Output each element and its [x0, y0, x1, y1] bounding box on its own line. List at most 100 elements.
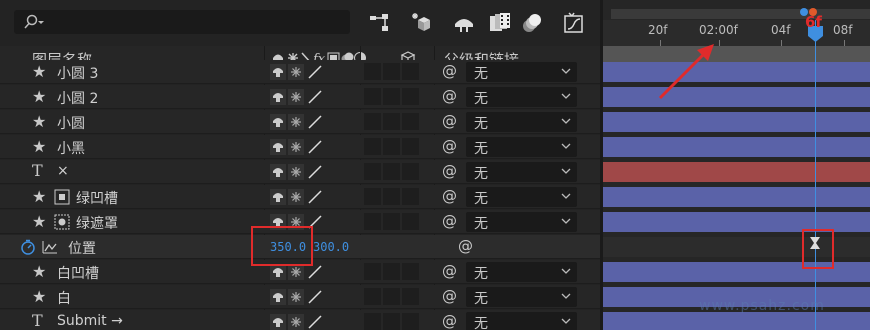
frame-blending-icon[interactable]: [488, 11, 512, 35]
switch-slot[interactable]: [364, 88, 381, 105]
layer-duration-bar[interactable]: [603, 312, 870, 330]
layer-row[interactable]: ★ 小圆 3 @ 无: [0, 60, 600, 84]
layer-switches[interactable]: [270, 164, 324, 180]
pick-whip-icon[interactable]: @: [442, 62, 457, 80]
layer-name[interactable]: 绿凹槽: [76, 188, 118, 208]
layer-duration-bar[interactable]: [603, 137, 870, 157]
graph-icon[interactable]: [42, 240, 58, 254]
draft-3d-icon[interactable]: [410, 11, 434, 35]
switch-slot[interactable]: [364, 263, 381, 280]
layer-duration-bar[interactable]: [603, 112, 870, 132]
parent-dropdown[interactable]: 无: [466, 162, 577, 182]
layer-name[interactable]: 小圆: [57, 113, 85, 133]
switch-slot[interactable]: [364, 63, 381, 80]
layer-switches[interactable]: [270, 114, 324, 130]
pick-whip-icon[interactable]: @: [442, 212, 457, 230]
layer-row[interactable]: ★ 白 @ 无: [0, 285, 600, 309]
switch-slot[interactable]: [364, 213, 381, 230]
playhead-line[interactable]: [815, 20, 816, 330]
switch-slot[interactable]: [383, 263, 400, 280]
pick-whip-icon[interactable]: @: [442, 162, 457, 180]
layer-name[interactable]: 小圆 2: [57, 88, 98, 108]
graph-editor-icon[interactable]: [562, 11, 586, 35]
time-ruler[interactable]: 20f 02:00f 04f 08f: [603, 20, 870, 46]
parent-dropdown[interactable]: 无: [466, 262, 577, 282]
pick-whip-icon[interactable]: @: [442, 187, 457, 205]
layer-name[interactable]: ×: [57, 163, 69, 179]
switch-slot[interactable]: [383, 88, 400, 105]
expression-pick-whip-icon[interactable]: @: [458, 237, 473, 255]
pick-whip-icon[interactable]: @: [442, 312, 457, 330]
layer-duration-bar[interactable]: [603, 187, 870, 207]
switch-slot[interactable]: [364, 113, 381, 130]
position-y-value[interactable]: 300.0: [313, 240, 349, 254]
layer-duration-bar[interactable]: [603, 87, 870, 107]
parent-dropdown[interactable]: 无: [466, 287, 577, 307]
layer-switches[interactable]: [270, 314, 324, 330]
layer-name[interactable]: 绿遮罩: [76, 213, 118, 233]
switch-slot[interactable]: [383, 138, 400, 155]
switch-slot[interactable]: [364, 138, 381, 155]
switch-slot[interactable]: [383, 288, 400, 305]
parent-dropdown[interactable]: 无: [466, 212, 577, 232]
switch-slot[interactable]: [402, 163, 419, 180]
layer-row[interactable]: ★ 绿凹槽 @ 无: [0, 185, 600, 209]
shape-layer-icon: ★: [32, 187, 47, 206]
time-navigator[interactable]: [611, 9, 870, 19]
switch-slot[interactable]: [364, 288, 381, 305]
pick-whip-icon[interactable]: @: [442, 112, 457, 130]
shy-layers-icon[interactable]: [452, 11, 476, 35]
parent-dropdown[interactable]: 无: [466, 87, 577, 107]
switch-slot[interactable]: [402, 113, 419, 130]
search-input[interactable]: [14, 10, 350, 34]
pick-whip-icon[interactable]: @: [442, 137, 457, 155]
layer-switches[interactable]: [270, 189, 324, 205]
switch-slot[interactable]: [383, 63, 400, 80]
parent-value: 无: [474, 191, 488, 207]
layer-switches[interactable]: [270, 89, 324, 105]
switch-slot[interactable]: [402, 288, 419, 305]
layer-row[interactable]: ★ 小圆 @ 无: [0, 110, 600, 134]
switch-slot[interactable]: [402, 88, 419, 105]
layer-name[interactable]: 小黑: [57, 138, 85, 158]
layer-row[interactable]: ★ 小黑 @ 无: [0, 135, 600, 159]
layer-row[interactable]: T Submit → @ 无: [0, 310, 600, 330]
pick-whip-icon[interactable]: @: [442, 262, 457, 280]
switch-slot[interactable]: [383, 188, 400, 205]
layer-duration-bar[interactable]: [603, 62, 870, 82]
layer-name[interactable]: Submit →: [57, 313, 123, 329]
switch-slot[interactable]: [402, 263, 419, 280]
pick-whip-icon[interactable]: @: [442, 87, 457, 105]
composition-flowchart-icon[interactable]: [368, 11, 392, 35]
switch-slot[interactable]: [402, 313, 419, 330]
parent-dropdown[interactable]: 无: [466, 112, 577, 132]
parent-dropdown[interactable]: 无: [466, 137, 577, 157]
parent-dropdown[interactable]: 无: [466, 187, 577, 207]
switch-slot[interactable]: [383, 213, 400, 230]
switch-slot[interactable]: [402, 138, 419, 155]
switch-slot[interactable]: [402, 213, 419, 230]
pick-whip-icon[interactable]: @: [442, 287, 457, 305]
parent-dropdown[interactable]: 无: [466, 62, 577, 82]
parent-dropdown[interactable]: 无: [466, 312, 577, 330]
layer-duration-bar[interactable]: [603, 162, 870, 182]
switch-slot[interactable]: [402, 63, 419, 80]
motion-blur-icon[interactable]: [520, 11, 544, 35]
switch-slot[interactable]: [383, 163, 400, 180]
layer-row[interactable]: T × @ 无: [0, 160, 600, 184]
layer-name[interactable]: 小圆 3: [57, 63, 98, 83]
switch-slot[interactable]: [364, 188, 381, 205]
stopwatch-icon[interactable]: [20, 239, 36, 255]
layer-switches[interactable]: [270, 139, 324, 155]
layer-row[interactable]: ★ 小圆 2 @ 无: [0, 85, 600, 109]
switch-slot[interactable]: [364, 163, 381, 180]
layer-name[interactable]: 白凹槽: [57, 263, 99, 283]
switch-slot[interactable]: [402, 188, 419, 205]
switch-slot[interactable]: [383, 313, 400, 330]
layer-switches[interactable]: [270, 289, 324, 305]
layer-name[interactable]: 白: [57, 288, 71, 308]
switch-slot[interactable]: [364, 313, 381, 330]
layer-switches[interactable]: [270, 64, 324, 80]
layer-switches[interactable]: [270, 264, 324, 280]
switch-slot[interactable]: [383, 113, 400, 130]
